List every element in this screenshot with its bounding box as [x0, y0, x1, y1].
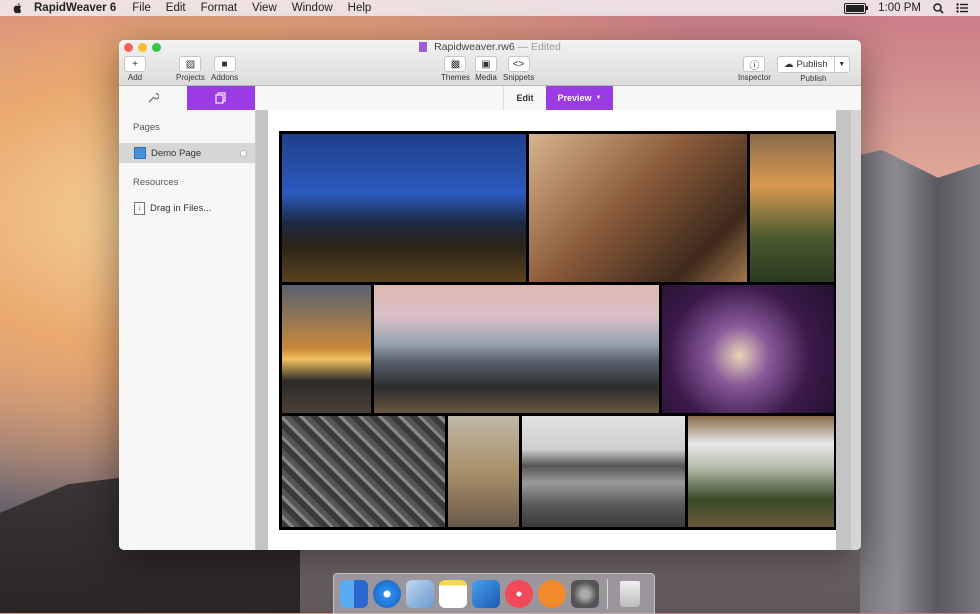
- info-icon: ⓘ: [743, 56, 766, 72]
- notes-icon[interactable]: [439, 580, 467, 608]
- cloud-icon: ☁: [784, 59, 794, 70]
- plus-icon: +: [124, 56, 146, 72]
- sidebar: Pages Demo Page Resources ↓ Drag in File…: [119, 110, 256, 550]
- drag-files-label: Drag in Files...: [150, 202, 212, 214]
- document-name: Rapidweaver.rw6: [434, 41, 515, 53]
- themes-button[interactable]: ▩ Themes: [441, 56, 470, 82]
- publish-button[interactable]: ☁ Publish ▼: [777, 56, 850, 73]
- system-preferences-icon[interactable]: [571, 580, 599, 608]
- tab-preview-label: Preview: [557, 93, 592, 103]
- tab-preview[interactable]: Preview ▼: [546, 86, 613, 110]
- archive-box-icon: ▧: [179, 56, 202, 72]
- menu-app-name[interactable]: RapidWeaver 6: [34, 2, 116, 14]
- menu-file[interactable]: File: [132, 2, 151, 14]
- sidebar-item-demo-page[interactable]: Demo Page: [119, 143, 255, 163]
- photo-long-exposure-sea[interactable]: [374, 285, 659, 413]
- page-icon: [134, 147, 146, 159]
- notification-center-icon[interactable]: [956, 3, 968, 13]
- tab-bar: Edit Preview ▼: [119, 86, 861, 111]
- preview-scrollbar[interactable]: [851, 110, 861, 550]
- menu-view[interactable]: View: [252, 2, 277, 14]
- inspector-button[interactable]: ⓘ Inspector: [738, 56, 771, 82]
- mail-icon[interactable]: [406, 580, 434, 608]
- download-icon: ↓: [134, 201, 145, 215]
- add-label: Add: [127, 73, 143, 82]
- pages-icon: [215, 92, 226, 104]
- apple-icon[interactable]: [12, 2, 24, 14]
- page-status-dot: [240, 149, 247, 157]
- menu-format[interactable]: Format: [201, 2, 237, 14]
- projects-label: Projects: [176, 73, 205, 82]
- photo-stone-tower[interactable]: [750, 134, 834, 282]
- media-button[interactable]: ▣ Media: [475, 56, 497, 82]
- preview-area[interactable]: [256, 110, 861, 550]
- photo-pebble-beach[interactable]: [522, 416, 685, 527]
- themes-label: Themes: [441, 73, 470, 82]
- inspector-label: Inspector: [738, 73, 771, 82]
- photo-gallery: [279, 131, 836, 530]
- menu-help[interactable]: Help: [348, 2, 372, 14]
- photo-coffee-bokeh[interactable]: [662, 285, 834, 413]
- publish-control: ☁ Publish ▼ Publish: [777, 56, 850, 83]
- chevron-down-icon: ▼: [595, 95, 602, 101]
- wallpaper-mountain-right: [840, 150, 980, 613]
- dock: [333, 573, 655, 614]
- tab-settings[interactable]: [119, 86, 187, 110]
- photo-child-fence[interactable]: [688, 416, 834, 527]
- menu-edit[interactable]: Edit: [166, 2, 186, 14]
- photo-child-stream[interactable]: [448, 416, 519, 527]
- add-button[interactable]: + Add: [124, 56, 146, 82]
- publish-button-label: Publish: [796, 59, 828, 70]
- dock-separator: [607, 579, 608, 609]
- snippets-button[interactable]: <> Snippets: [503, 56, 534, 82]
- photo-sunset-coast[interactable]: [282, 285, 371, 413]
- puzzle-icon: ■: [213, 56, 236, 72]
- menu-clock[interactable]: 1:00 PM: [878, 2, 921, 14]
- photo-night-village[interactable]: [282, 134, 526, 282]
- tab-edit[interactable]: Edit: [503, 86, 546, 110]
- publish-main[interactable]: ☁ Publish: [778, 57, 835, 72]
- pages-header: Pages: [133, 122, 160, 133]
- addons-label: Addons: [211, 73, 239, 82]
- spotlight-search-icon[interactable]: [933, 2, 944, 14]
- photo-bicycle-cafe[interactable]: [529, 134, 747, 282]
- document-icon: [419, 42, 428, 53]
- media-label: Media: [475, 73, 497, 82]
- title-bar: Rapidweaver.rw6 — Edited + Add ▧ Project…: [119, 40, 861, 86]
- window-title: Rapidweaver.rw6 — Edited: [119, 41, 861, 53]
- page-name: Demo Page: [151, 147, 202, 159]
- addons-button[interactable]: ■ Addons: [211, 56, 238, 82]
- drag-in-files[interactable]: ↓ Drag in Files...: [119, 198, 255, 218]
- resources-header: Resources: [133, 177, 179, 188]
- tab-pages[interactable]: [187, 86, 255, 110]
- image-icon: ▣: [475, 56, 497, 72]
- projects-button[interactable]: ▧ Projects: [176, 56, 205, 82]
- snippets-label: Snippets: [503, 73, 535, 82]
- edited-status: — Edited: [517, 41, 561, 53]
- menu-bar: RapidWeaver 6 File Edit Format View Wind…: [0, 0, 980, 16]
- chevron-down-icon[interactable]: ▼: [835, 57, 849, 72]
- safari-icon[interactable]: [373, 580, 401, 608]
- rapidweaver-window: Rapidweaver.rw6 — Edited + Add ▧ Project…: [119, 40, 861, 550]
- itunes-icon[interactable]: [505, 580, 533, 608]
- code-brackets-icon: <>: [507, 56, 530, 72]
- brush-icon: ▩: [444, 56, 467, 72]
- wrench-icon: [148, 93, 159, 103]
- ibooks-icon[interactable]: [538, 580, 566, 608]
- battery-icon[interactable]: [844, 2, 869, 14]
- trash-icon[interactable]: [620, 581, 640, 607]
- photo-carved-figures[interactable]: [282, 416, 445, 527]
- xcode-icon[interactable]: [472, 580, 500, 608]
- finder-icon[interactable]: [340, 580, 368, 608]
- publish-label: Publish: [800, 74, 827, 83]
- menu-window[interactable]: Window: [292, 2, 333, 14]
- preview-page[interactable]: [268, 110, 836, 550]
